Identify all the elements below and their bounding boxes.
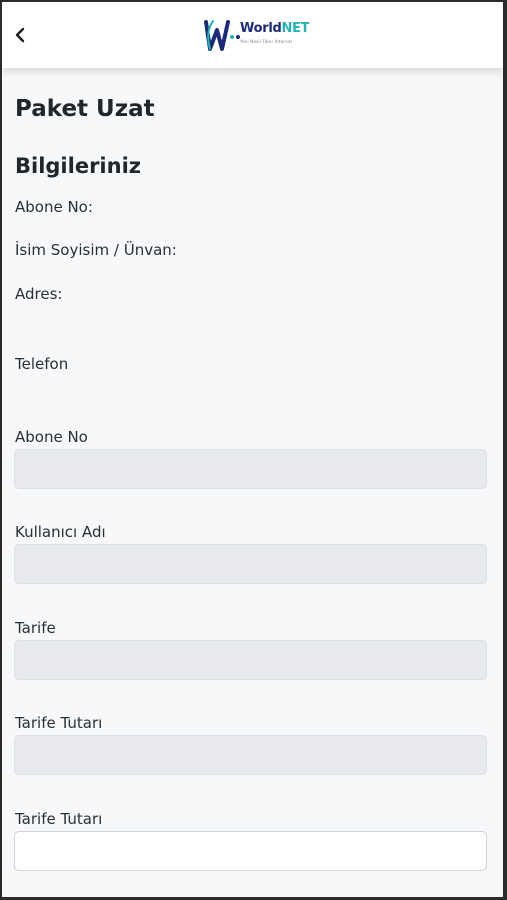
info-isim-label: İsim Soyisim / Ünvan: bbox=[15, 241, 177, 259]
info-adres-label: Adres: bbox=[15, 285, 63, 303]
tarife-tutari-input[interactable] bbox=[14, 735, 487, 775]
app-frame: WorldNET Yeni Nesil Fiber İnternet Paket… bbox=[2, 2, 503, 897]
page-title: Paket Uzat bbox=[15, 96, 155, 122]
logo-tagline: Yeni Nesil Fiber İnternet bbox=[240, 39, 293, 44]
info-telefon-label: Telefon bbox=[15, 355, 69, 373]
tarife-tutari-field-label: Tarife Tutarı bbox=[15, 714, 103, 732]
logo-wordmark: WorldNET bbox=[240, 21, 310, 36]
kullanici-adi-input[interactable] bbox=[14, 544, 487, 584]
logo-brand-prefix: World bbox=[240, 21, 282, 36]
top-bar: WorldNET Yeni Nesil Fiber İnternet bbox=[2, 2, 503, 68]
tarife-tutari-2-input[interactable] bbox=[14, 831, 487, 871]
logo-brand-suffix: NET bbox=[281, 21, 310, 36]
worldnet-logo: WorldNET Yeni Nesil Fiber İnternet bbox=[198, 16, 318, 56]
abone-no-input[interactable] bbox=[14, 449, 487, 489]
tarife-tutari-2-field-label: Tarife Tutarı bbox=[15, 810, 103, 828]
section-title: Bilgileriniz bbox=[15, 154, 141, 178]
tarife-input[interactable] bbox=[14, 640, 487, 680]
tarife-field-label: Tarife bbox=[15, 619, 56, 637]
kullanici-adi-field-label: Kullanıcı Adı bbox=[15, 523, 106, 541]
info-abone-no-label: Abone No: bbox=[15, 198, 93, 216]
logo-mark-icon bbox=[204, 20, 240, 51]
back-button[interactable] bbox=[8, 22, 32, 48]
chevron-left-icon bbox=[15, 27, 25, 43]
abone-no-field-label: Abone No bbox=[15, 428, 88, 446]
